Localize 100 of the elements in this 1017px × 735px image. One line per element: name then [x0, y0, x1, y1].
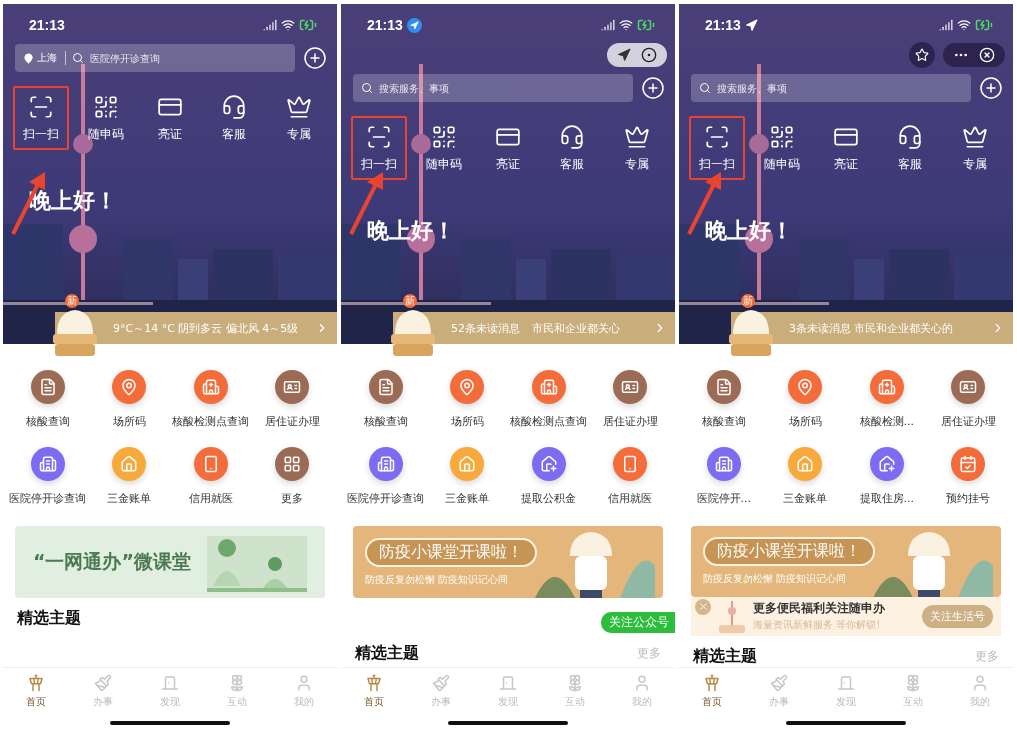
id-card-icon	[621, 378, 640, 396]
service-item[interactable]: 居住证办理	[927, 370, 1009, 429]
search-field[interactable]: 搜索服务、事项	[379, 82, 625, 94]
service-item[interactable]: 场所码	[426, 370, 508, 429]
service-item[interactable]: 核酸查询	[683, 370, 765, 429]
door-icon	[837, 674, 855, 693]
close-icon[interactable]	[979, 47, 995, 63]
service-label: 场所码	[112, 414, 146, 429]
greeting-text: 晚上好！	[705, 217, 793, 245]
add-icon[interactable]	[303, 46, 327, 70]
search-bar[interactable]: 上海 医院停开诊查询	[15, 44, 295, 72]
promo-banner[interactable]: “一网通办”微课堂	[15, 526, 325, 598]
document-icon	[714, 378, 733, 396]
search-field[interactable]: 医院停开诊查询	[90, 52, 287, 64]
quick-action-button[interactable]: 专属	[946, 116, 1003, 180]
tower-icon	[365, 674, 384, 692]
service-item[interactable]: 三金账单	[426, 447, 508, 506]
building-icon	[376, 455, 395, 473]
house-icon	[796, 455, 815, 473]
service-item[interactable]: 医院停开诊查询	[7, 447, 89, 506]
star-icon	[915, 48, 929, 62]
add-icon[interactable]	[641, 76, 665, 100]
service-item[interactable]: 核酸检测点查询	[508, 370, 590, 429]
quick-action-button[interactable]: 随申码	[753, 116, 810, 180]
search-bar[interactable]: 搜索服务、事项	[691, 74, 971, 102]
search-field[interactable]: 搜索服务、事项	[717, 82, 963, 94]
scan-icon	[366, 124, 393, 150]
headset-icon	[897, 124, 924, 150]
building-icon	[38, 455, 57, 473]
quick-action-button[interactable]: 专属	[608, 116, 665, 180]
map-pin-icon	[458, 378, 477, 396]
brush-icon	[94, 674, 113, 692]
quick-action-button[interactable]: 随申码	[77, 86, 134, 150]
crown-icon	[285, 94, 312, 120]
document-icon	[38, 378, 57, 396]
quick-action-button[interactable]: 亮证	[141, 86, 199, 150]
service-item[interactable]: 信用就医	[170, 447, 252, 506]
add-icon[interactable]	[979, 76, 1003, 100]
tower-icon	[703, 674, 722, 693]
signal-icon	[939, 18, 953, 32]
service-item[interactable]: 核酸检测点查询	[170, 370, 252, 429]
target-icon[interactable]	[641, 47, 657, 63]
quick-action-button[interactable]: 客服	[882, 116, 939, 180]
quick-action-button[interactable]: 客服	[544, 116, 601, 180]
service-label: 居住证办理	[940, 414, 996, 429]
hospital-icon	[877, 378, 896, 396]
service-item[interactable]: 更多	[251, 447, 333, 506]
tab-item[interactable]: 首页	[679, 674, 746, 710]
service-item[interactable]: 三金账单	[764, 447, 846, 506]
service-item[interactable]: 医院停开诊查询	[345, 447, 427, 506]
location-icon[interactable]	[617, 48, 631, 62]
service-label: 提取公积金	[521, 491, 577, 506]
tab-item[interactable]: 首页	[341, 674, 408, 709]
tower-icon	[27, 674, 46, 692]
service-item[interactable]: 信用就医	[589, 447, 671, 506]
quick-action-button[interactable]: 扫一扫	[13, 86, 70, 150]
quick-action-button[interactable]: 亮证	[479, 116, 537, 180]
service-label: 预约挂号	[946, 491, 991, 506]
calendar-icon	[959, 455, 978, 473]
service-label: 医院停开...	[696, 491, 751, 506]
search-bar[interactable]: 搜索服务、事项	[353, 74, 633, 102]
quick-action-button[interactable]: 客服	[206, 86, 263, 150]
qr-code-icon	[92, 94, 119, 120]
quick-action-button[interactable]: 扫一扫	[351, 116, 408, 180]
qr-code-icon	[430, 124, 457, 150]
quick-action-button[interactable]: 专属	[270, 86, 327, 150]
service-item[interactable]: 核酸查询	[7, 370, 89, 429]
service-item[interactable]: 提取住房...	[846, 447, 928, 506]
quick-action-button[interactable]: 扫一扫	[689, 116, 746, 180]
section-title: 精选主题	[355, 643, 419, 664]
city-selector[interactable]: 上海	[23, 51, 66, 65]
greeting-text: 晚上好！	[367, 217, 455, 245]
service-label: 医院停开诊查询	[9, 491, 87, 506]
service-item[interactable]: 核酸查询	[345, 370, 427, 429]
service-item[interactable]: 核酸检测...	[846, 370, 928, 429]
service-item[interactable]: 医院停开...	[683, 447, 765, 506]
service-item[interactable]: 提取公积金	[508, 447, 590, 506]
quick-action-button[interactable]: 随申码	[415, 116, 472, 180]
quick-action-button[interactable]: 亮证	[817, 116, 875, 180]
service-label: 三金账单	[445, 491, 490, 506]
service-item[interactable]: 三金账单	[88, 447, 170, 506]
service-label: 医院停开诊查询	[347, 491, 425, 506]
service-label: 居住证办理	[602, 414, 658, 429]
map-pin-icon	[23, 52, 34, 64]
service-item[interactable]: 场所码	[764, 370, 846, 429]
signal-icon	[263, 18, 277, 32]
grid-icon	[283, 455, 302, 473]
service-item[interactable]: 预约挂号	[927, 447, 1009, 506]
capsule-menu[interactable]	[943, 43, 1005, 67]
scan-icon	[704, 124, 731, 150]
crown-icon	[961, 124, 988, 150]
capsule-menu[interactable]	[607, 43, 667, 67]
location-icon	[744, 18, 758, 32]
service-item[interactable]: 居住证办理	[589, 370, 671, 429]
tab-item[interactable]: 首页	[3, 674, 70, 709]
id-card-icon	[959, 378, 978, 396]
service-item[interactable]: 居住证办理	[251, 370, 333, 429]
notice-text: 9°C～14 °C 阴到多云 偏北风 4～5级	[113, 320, 299, 336]
service-item[interactable]: 场所码	[88, 370, 170, 429]
signal-icon	[601, 18, 615, 32]
